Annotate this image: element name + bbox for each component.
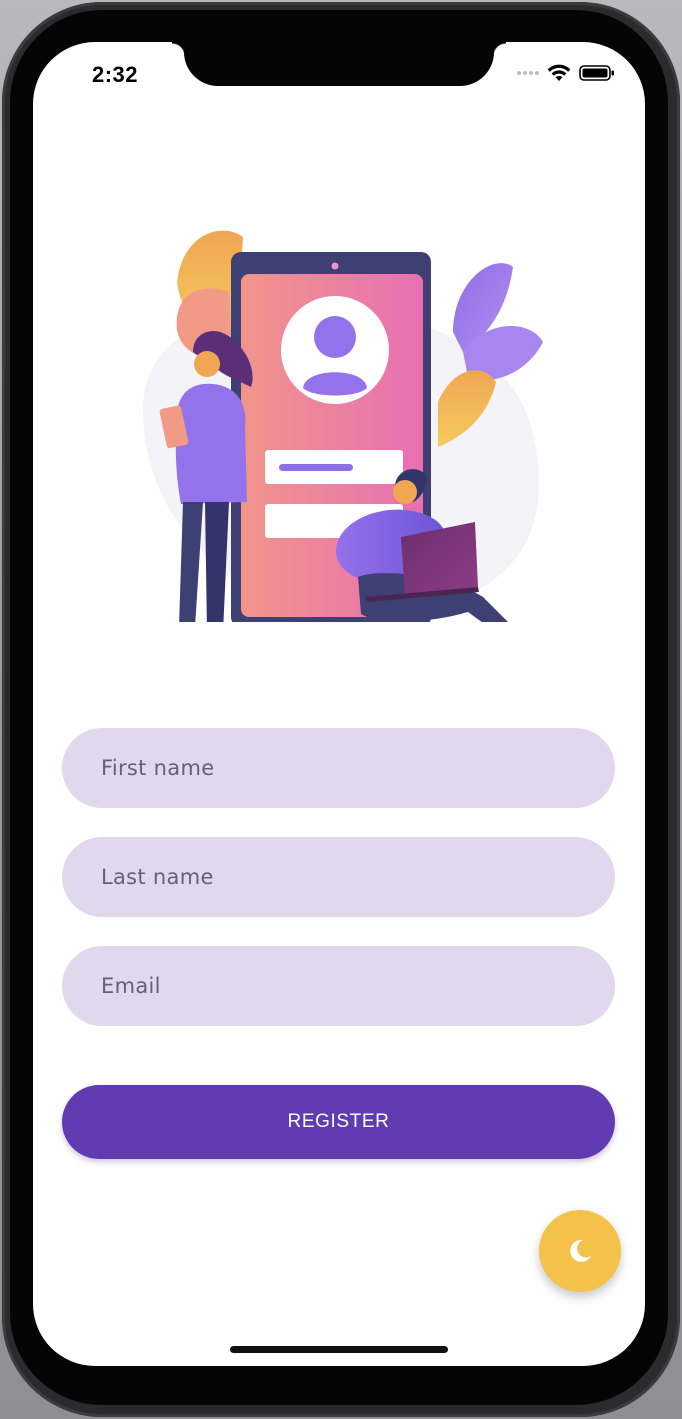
wifi-icon xyxy=(547,64,571,81)
email-placeholder: Email xyxy=(101,974,161,998)
home-indicator[interactable] xyxy=(230,1346,448,1353)
cellular-signal-icon xyxy=(517,71,539,75)
theme-toggle-button[interactable] xyxy=(539,1210,621,1292)
app-screen: 2:32 First name Last name Email REGISTER xyxy=(33,42,645,1366)
first-name-field[interactable]: First name xyxy=(62,728,615,808)
register-button-label: REGISTER xyxy=(287,1111,390,1132)
status-time: 2:32 xyxy=(92,62,139,87)
moon-icon xyxy=(570,1239,591,1262)
registration-illustration xyxy=(142,230,543,622)
last-name-field[interactable]: Last name xyxy=(62,837,615,917)
register-button[interactable]: REGISTER xyxy=(62,1085,615,1159)
device-mockup: 2:32 First name Last name Email REGISTER xyxy=(0,0,682,1419)
status-icons xyxy=(517,64,615,82)
last-name-placeholder: Last name xyxy=(101,865,214,889)
notch xyxy=(172,42,506,86)
battery-icon xyxy=(579,65,614,81)
first-name-placeholder: First name xyxy=(101,756,215,780)
email-field[interactable]: Email xyxy=(62,946,615,1026)
